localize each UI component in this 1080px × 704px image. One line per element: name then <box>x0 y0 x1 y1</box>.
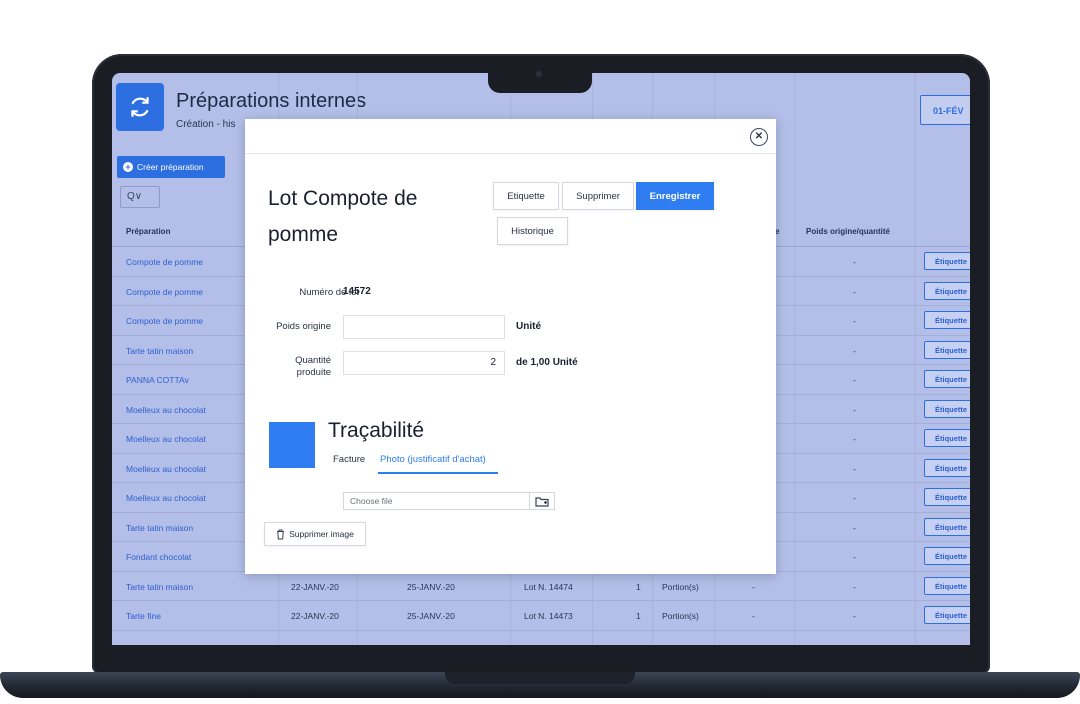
cell-dash2: - <box>853 611 856 621</box>
cell-unit: Portion(s) <box>662 581 699 592</box>
cell-prep[interactable]: Moelleux au chocolat <box>126 464 206 474</box>
cell-dash2: - <box>853 552 856 562</box>
cell-prep[interactable]: Moelleux au chocolat <box>126 493 206 503</box>
header-poids[interactable]: Poids origine/quantité <box>806 227 890 236</box>
cell-dash2: - <box>853 463 856 474</box>
screen-bezel <box>112 645 970 671</box>
lot-title: Lot Compote de pomme <box>268 187 418 246</box>
enregistrer-button[interactable]: Enregistrer <box>636 182 714 210</box>
cell-dash2: - <box>853 493 856 503</box>
delete-image-label: Supprimer image <box>289 529 354 539</box>
cell-d1: 22-JANV.-20 <box>291 611 339 621</box>
row-label-button[interactable]: Étiquette <box>924 547 970 565</box>
cell-prep[interactable]: Tarte tatin maison <box>126 582 193 592</box>
close-icon[interactable]: ✕ <box>750 128 768 146</box>
cell-prep[interactable]: Moelleux au chocolat <box>126 405 206 415</box>
cell-prep[interactable]: Tarte tatin maison <box>126 346 193 356</box>
cell-prep[interactable]: Compote de pomme <box>126 316 203 326</box>
trash-icon <box>277 529 285 539</box>
search-dropdown[interactable]: Q∨ <box>120 186 160 208</box>
cell-prep[interactable]: PANNA COTTAv <box>126 375 189 385</box>
tab-facture[interactable]: Facture <box>333 454 365 465</box>
table-row[interactable]: Tarte tatin maison 22-JANV.-20 25-JANV.-20… <box>112 572 970 601</box>
cell-dash2: - <box>853 257 856 267</box>
cell-dash2: - <box>853 286 856 297</box>
row-label-button[interactable]: Étiquette <box>924 311 970 329</box>
active-tab-indicator <box>378 472 498 474</box>
poids-unit: Unité <box>516 321 541 332</box>
create-preparation-label: Créer préparation <box>137 162 204 172</box>
page-title: Préparations internes <box>176 90 367 112</box>
supprimer-button[interactable]: Supprimer <box>562 182 634 210</box>
row-label-button[interactable]: Étiquette <box>924 606 970 624</box>
poids-label: Poids origine <box>276 321 331 332</box>
plus-icon: + <box>123 162 133 172</box>
lot-modal: ✕ Lot Compote de pomme Etiquette Supprim… <box>245 119 776 574</box>
header-preparation[interactable]: Préparation <box>126 227 170 236</box>
cell-dash2: - <box>853 404 856 415</box>
lot-number-value: 14572 <box>343 286 371 297</box>
tracabilite-title: Traçabilité <box>328 419 425 442</box>
cell-prep[interactable]: Moelleux au chocolat <box>126 434 206 444</box>
row-label-button[interactable]: Étiquette <box>924 488 970 506</box>
page-subtitle: Création - his <box>176 119 236 130</box>
cell-qty: 1 <box>636 581 641 592</box>
row-label-button[interactable]: Étiquette <box>924 370 970 388</box>
date-button[interactable]: 01-FÉV <box>920 95 970 125</box>
quantite-label-line1: Quantité <box>295 355 331 366</box>
cell-prep[interactable]: Tarte tatin maison <box>126 523 193 533</box>
cell-prep[interactable]: Compote de pomme <box>126 287 203 297</box>
quantite-input[interactable]: 2 <box>343 351 505 375</box>
create-preparation-button[interactable]: + Créer préparation <box>117 156 225 178</box>
row-label-button[interactable]: Étiquette <box>924 340 970 359</box>
cell-unit: Portion(s) <box>662 611 699 621</box>
cell-dash1: - <box>752 611 755 621</box>
modal-divider <box>245 153 776 154</box>
folder-icon[interactable] <box>530 492 555 510</box>
delete-image-button[interactable]: Supprimer image <box>264 522 366 546</box>
tab-photo[interactable]: Photo (justificatif d'achat) <box>380 454 486 465</box>
row-label-button[interactable]: Étiquette <box>924 252 970 270</box>
row-label-button[interactable]: Étiquette <box>924 517 970 536</box>
row-label-button[interactable]: Étiquette <box>924 458 970 477</box>
quantite-unit: de 1,00 Unité <box>516 357 578 368</box>
file-input[interactable]: Choose file <box>343 492 530 510</box>
cell-dash2: - <box>853 375 856 385</box>
cell-dash2: - <box>853 316 856 326</box>
cell-dash2: - <box>853 434 856 444</box>
cell-prep[interactable]: Tarte fine <box>126 611 161 621</box>
table-row[interactable]: Tarte fine 22-JANV.-20 25-JANV.-20 Lot N. 1… <box>112 601 970 631</box>
cell-lot: Lot N. 14474 <box>524 581 573 592</box>
camera-icon <box>536 71 542 77</box>
cell-qty: 1 <box>636 611 641 621</box>
etiquette-button[interactable]: Etiquette <box>493 182 559 210</box>
cell-prep[interactable]: Fondant chocolat <box>126 552 191 562</box>
cell-d2: 25-JANV.-20 <box>407 581 455 592</box>
cell-dash1: - <box>752 581 755 592</box>
cell-prep[interactable]: Compote de pomme <box>126 257 203 267</box>
laptop-groove <box>445 672 635 684</box>
refresh-icon <box>116 83 164 131</box>
cell-d2: 25-JANV.-20 <box>407 611 455 621</box>
row-label-button[interactable]: Étiquette <box>924 429 970 447</box>
cell-dash2: - <box>853 345 856 356</box>
cell-lot: Lot N. 14473 <box>524 611 573 621</box>
quantite-label-line2: produite <box>296 367 331 378</box>
tracabilite-image <box>269 422 315 468</box>
row-label-button[interactable]: Étiquette <box>924 399 970 418</box>
cell-d1: 22-JANV.-20 <box>291 581 339 592</box>
historique-button[interactable]: Historique <box>497 217 568 245</box>
cell-dash2: - <box>853 581 856 592</box>
row-label-button[interactable]: Étiquette <box>924 576 970 595</box>
row-label-button[interactable]: Étiquette <box>924 281 970 300</box>
cell-dash2: - <box>853 522 856 533</box>
poids-input[interactable] <box>343 315 505 339</box>
